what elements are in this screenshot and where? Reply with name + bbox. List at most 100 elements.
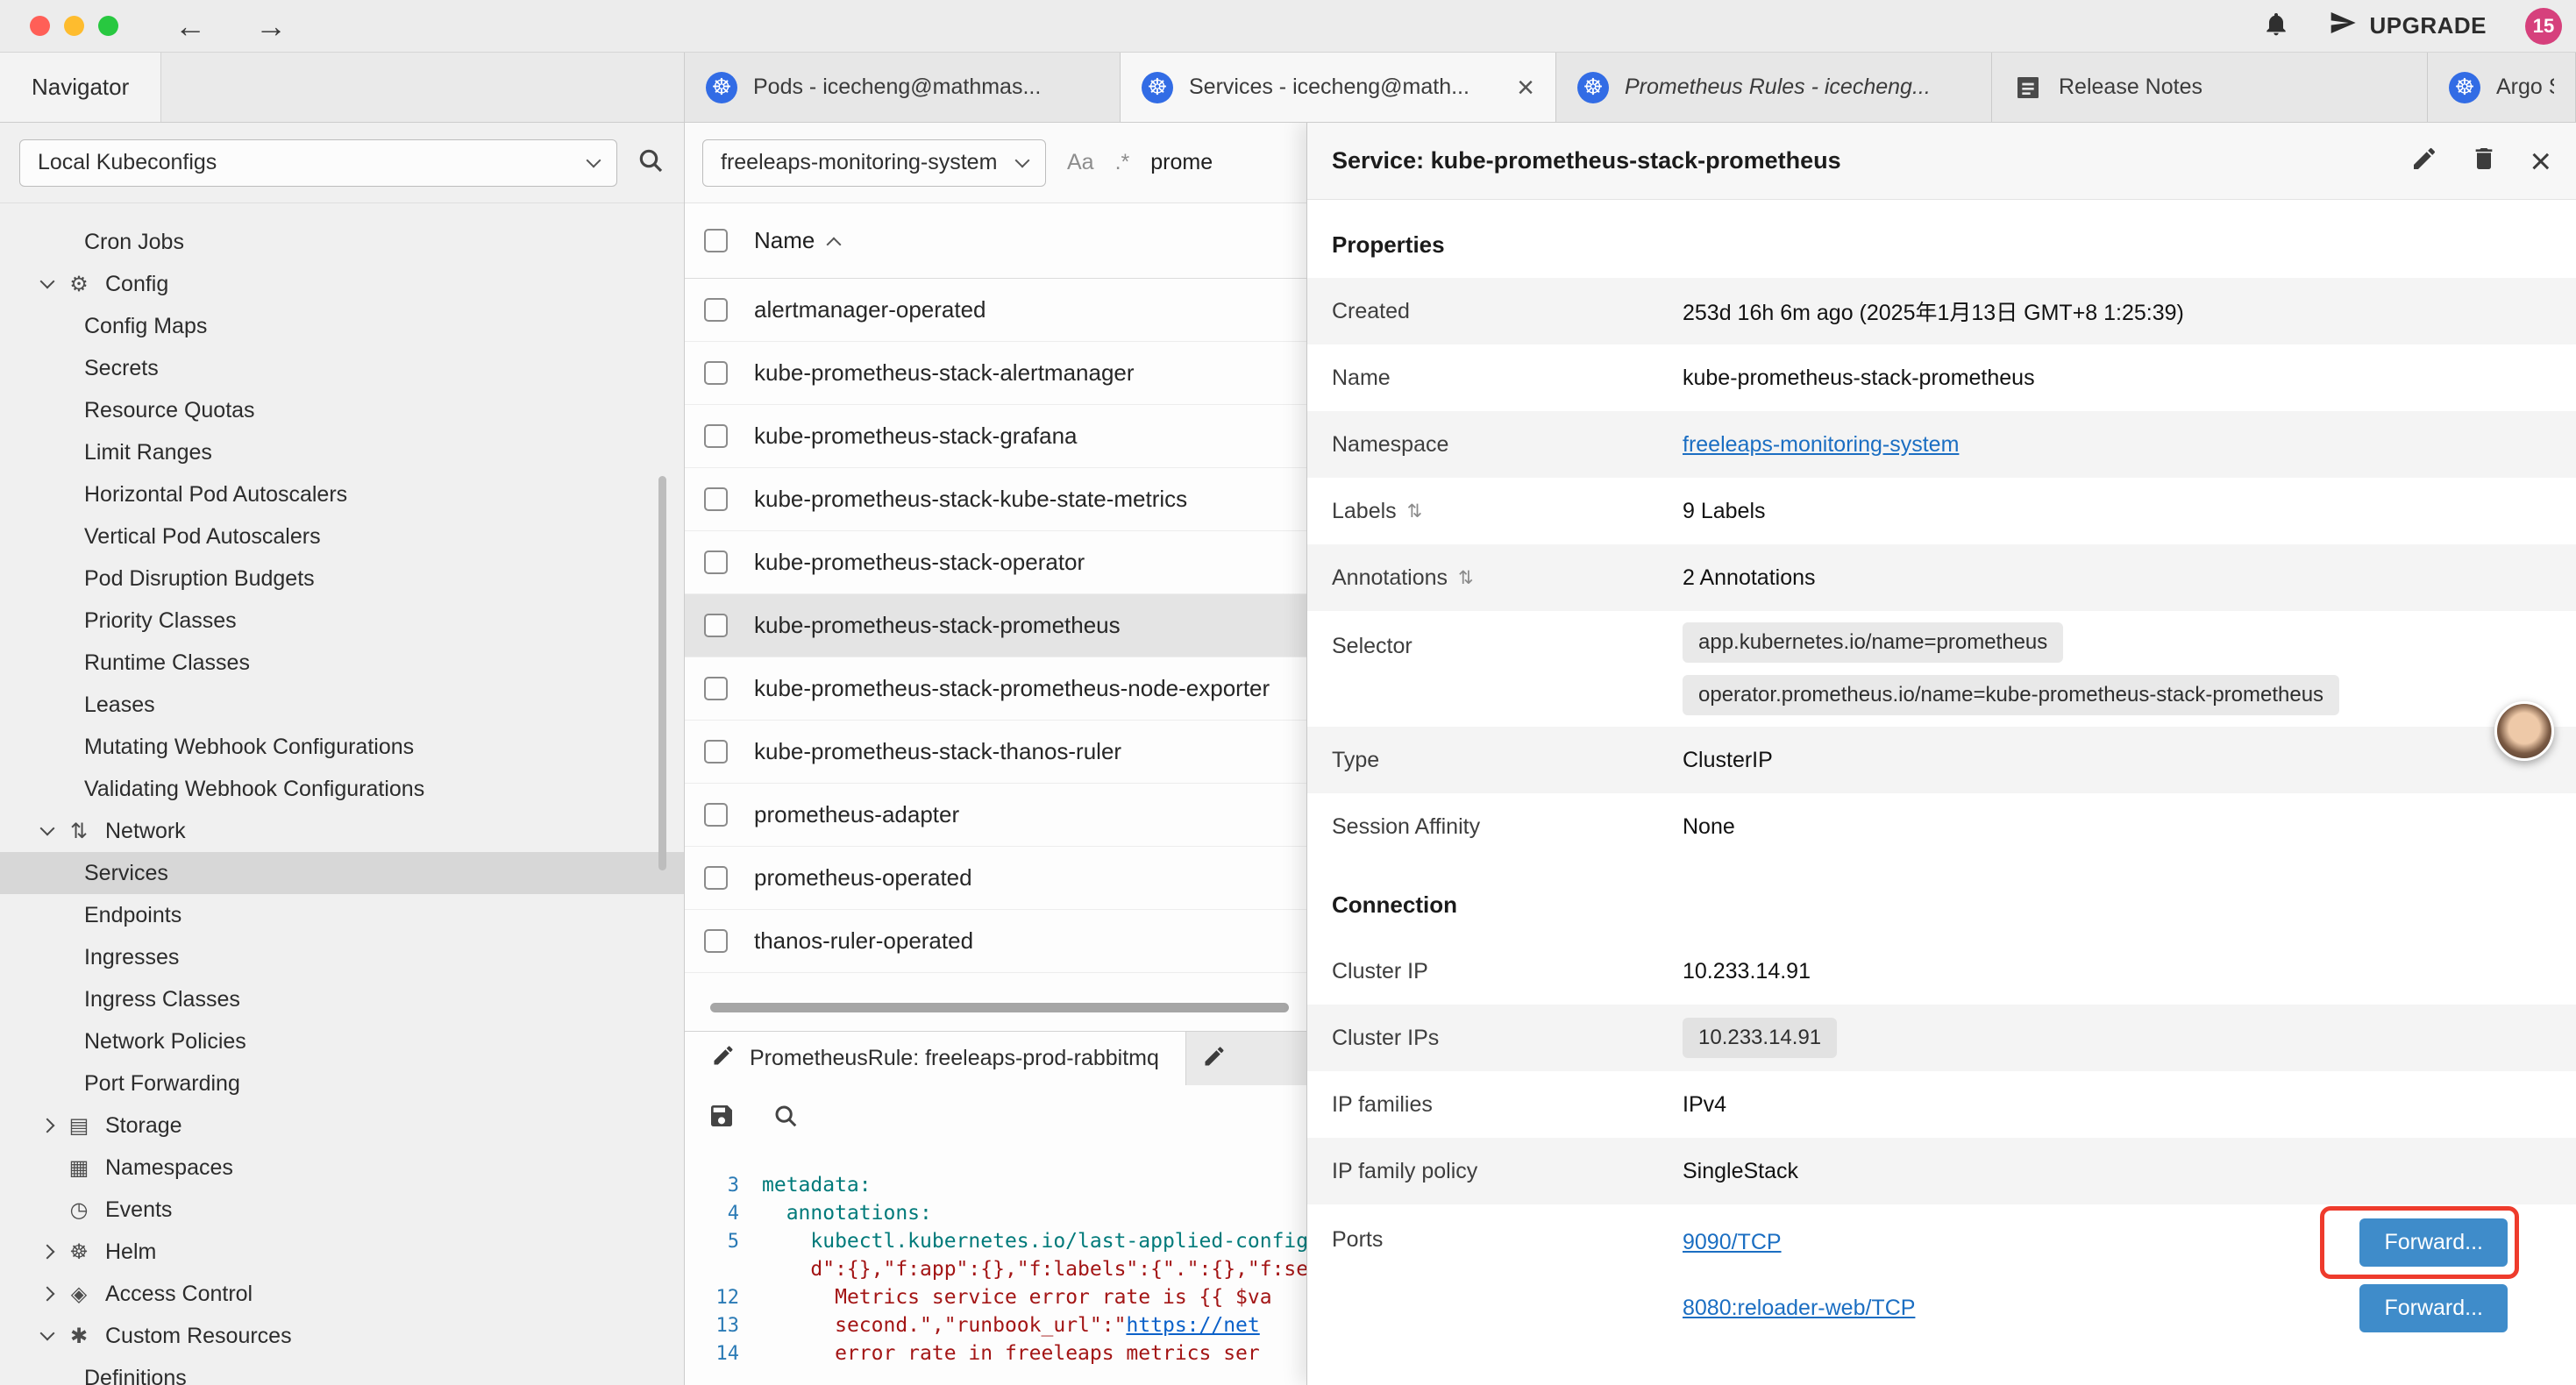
sidebar-item-services[interactable]: Services (0, 852, 684, 894)
regex-toggle[interactable]: .* (1115, 150, 1130, 175)
drawer-row-type: TypeClusterIP (1307, 727, 2576, 793)
namespace-select[interactable]: freeleaps-monitoring-system (702, 139, 1046, 187)
sidebar-item-network-policies[interactable]: Network Policies (0, 1020, 684, 1062)
notifications-bell-icon[interactable] (2262, 10, 2290, 42)
table-horizontal-scrollbar[interactable] (710, 1003, 1289, 1012)
row-checkbox[interactable] (704, 803, 728, 827)
row-checkbox[interactable] (704, 487, 728, 511)
table-row-alertmanager-operated[interactable]: alertmanager-operated (685, 279, 1306, 342)
row-checkbox[interactable] (704, 614, 728, 637)
port-link-8080-reloader-web-tcp[interactable]: 8080:reloader-web/TCP (1683, 1296, 1915, 1321)
sidebar-item-ingresses[interactable]: Ingresses (0, 936, 684, 978)
sidebar-item-endpoints[interactable]: Endpoints (0, 894, 684, 936)
row-checkbox[interactable] (704, 677, 728, 700)
forward-button[interactable]: → (255, 8, 287, 45)
row-checkbox[interactable] (704, 866, 728, 890)
close-window-button[interactable] (30, 16, 50, 36)
delete-button[interactable] (2470, 145, 2498, 177)
sidebar-item-secrets[interactable]: Secrets (0, 347, 684, 389)
sidebar-item-network[interactable]: ⇅Network (0, 810, 684, 852)
sidebar-item-mutating-webhook-configurations[interactable]: Mutating Webhook Configurations (0, 726, 684, 768)
sidebar-item-runtime-classes[interactable]: Runtime Classes (0, 642, 684, 684)
upgrade-button[interactable]: UPGRADE (2329, 9, 2487, 43)
table-row-prometheus-operated[interactable]: prometheus-operated (685, 847, 1306, 910)
sidebar-item-validating-webhook-configurations[interactable]: Validating Webhook Configurations (0, 768, 684, 810)
row-checkbox[interactable] (704, 424, 728, 448)
sidebar-item-horizontal-pod-autoscalers[interactable]: Horizontal Pod Autoscalers (0, 473, 684, 515)
tab-prometheus-rules-icecheng[interactable]: ☸Prometheus Rules - icecheng... (1556, 53, 1992, 122)
sort-toggle-icon[interactable]: ⇅ (1407, 501, 1423, 522)
sidebar-item-pod-disruption-budgets[interactable]: Pod Disruption Budgets (0, 558, 684, 600)
editor-line: 4 annotations: (685, 1199, 1306, 1227)
table-row-kube-prometheus-stack-prometheus[interactable]: kube-prometheus-stack-prometheus (685, 594, 1306, 657)
sidebar-item-access-control[interactable]: ◈Access Control (0, 1273, 684, 1315)
select-all-checkbox[interactable] (704, 229, 728, 252)
editor-search-icon[interactable] (772, 1103, 799, 1133)
sidebar-item-limit-ranges[interactable]: Limit Ranges (0, 431, 684, 473)
table-row-kube-prometheus-stack-alertmanager[interactable]: kube-prometheus-stack-alertmanager (685, 342, 1306, 405)
sidebar-scrollbar[interactable] (658, 476, 666, 870)
sort-toggle-icon[interactable]: ⇅ (1458, 567, 1474, 588)
tab-release-notes[interactable]: Release Notes (1992, 53, 2428, 122)
table-row-prometheus-adapter[interactable]: prometheus-adapter (685, 784, 1306, 847)
sidebar-item-config[interactable]: ⚙Config (0, 263, 684, 305)
row-checkbox[interactable] (704, 298, 728, 322)
sidebar-search-icon[interactable] (637, 146, 665, 179)
namespace-link[interactable]: freeleaps-monitoring-system (1683, 432, 1959, 458)
table-row-kube-prometheus-stack-operator[interactable]: kube-prometheus-stack-operator (685, 531, 1306, 594)
chevron-down-icon[interactable] (40, 821, 55, 836)
editor-tab-prometheusrule[interactable]: PrometheusRule: freeleaps-prod-rabbitmq (685, 1032, 1186, 1085)
row-checkbox[interactable] (704, 550, 728, 574)
chevron-right-icon[interactable] (40, 1119, 55, 1133)
table-row-kube-prometheus-stack-kube-state-metrics[interactable]: kube-prometheus-stack-kube-state-metrics (685, 468, 1306, 531)
sidebar-item-namespaces[interactable]: ▦Namespaces (0, 1147, 684, 1189)
table-row-kube-prometheus-stack-grafana[interactable]: kube-prometheus-stack-grafana (685, 405, 1306, 468)
row-checkbox[interactable] (704, 361, 728, 385)
tab-pods-icecheng-mathmas[interactable]: ☸Pods - icecheng@mathmas... (685, 53, 1121, 122)
navigator-header: Navigator (0, 53, 685, 122)
sidebar-item-events[interactable]: ◷Events (0, 1189, 684, 1231)
sidebar-item-definitions[interactable]: Definitions (0, 1357, 684, 1385)
maximize-window-button[interactable] (98, 16, 118, 36)
sidebar-item-custom-resources[interactable]: ✱Custom Resources (0, 1315, 684, 1357)
sidebar-item-vertical-pod-autoscalers[interactable]: Vertical Pod Autoscalers (0, 515, 684, 558)
table-row-thanos-ruler-operated[interactable]: thanos-ruler-operated (685, 910, 1306, 973)
forward-button[interactable]: Forward... (2359, 1284, 2508, 1332)
back-button[interactable]: ← (174, 8, 206, 45)
tab-services-icecheng-math[interactable]: ☸Services - icecheng@math...× (1121, 53, 1556, 122)
sidebar-item-resource-quotas[interactable]: Resource Quotas (0, 389, 684, 431)
save-icon[interactable] (708, 1102, 736, 1134)
minimize-window-button[interactable] (64, 16, 84, 36)
sidebar-item-storage[interactable]: ▤Storage (0, 1104, 684, 1147)
sidebar-item-helm[interactable]: ☸Helm (0, 1231, 684, 1273)
sidebar-item-label: Mutating Webhook Configurations (84, 735, 414, 760)
table-row-kube-prometheus-stack-thanos-ruler[interactable]: kube-prometheus-stack-thanos-ruler (685, 721, 1306, 784)
close-drawer-button[interactable]: × (2530, 143, 2551, 180)
tab-argo-se[interactable]: ☸Argo Se (2428, 53, 2576, 122)
tab-strip: ☸Pods - icecheng@mathmas...☸Services - i… (685, 53, 2576, 122)
row-checkbox[interactable] (704, 740, 728, 764)
kubeconfig-select[interactable]: Local Kubeconfigs (19, 139, 617, 187)
forward-button[interactable]: Forward... (2359, 1218, 2508, 1267)
sidebar-item-priority-classes[interactable]: Priority Classes (0, 600, 684, 642)
table-row-kube-prometheus-stack-prometheus-node-exporter[interactable]: kube-prometheus-stack-prometheus-node-ex… (685, 657, 1306, 721)
notification-count-badge[interactable]: 15 (2525, 8, 2562, 45)
edit-button[interactable] (2410, 145, 2438, 177)
yaml-editor[interactable]: 3metadata:4 annotations:5 kubectl.kubern… (685, 1150, 1306, 1385)
match-case-toggle[interactable]: Aa (1067, 150, 1094, 175)
sidebar-item-port-forwarding[interactable]: Port Forwarding (0, 1062, 684, 1104)
sidebar-item-ingress-classes[interactable]: Ingress Classes (0, 978, 684, 1020)
chevron-down-icon[interactable] (40, 1326, 55, 1341)
sidebar-item-cron-jobs[interactable]: Cron Jobs (0, 221, 684, 263)
table-search-input[interactable]: prome (1150, 150, 1213, 175)
name-column-header[interactable]: Name (754, 227, 839, 254)
chevron-down-icon[interactable] (40, 274, 55, 289)
editor-tab-partial[interactable] (1186, 1032, 1306, 1085)
close-tab-icon[interactable]: × (1517, 73, 1534, 103)
port-link-9090-tcp[interactable]: 9090/TCP (1683, 1230, 1782, 1255)
row-checkbox[interactable] (704, 929, 728, 953)
sidebar-item-leases[interactable]: Leases (0, 684, 684, 726)
chevron-right-icon[interactable] (40, 1287, 55, 1302)
chevron-right-icon[interactable] (40, 1245, 55, 1260)
sidebar-item-config-maps[interactable]: Config Maps (0, 305, 684, 347)
